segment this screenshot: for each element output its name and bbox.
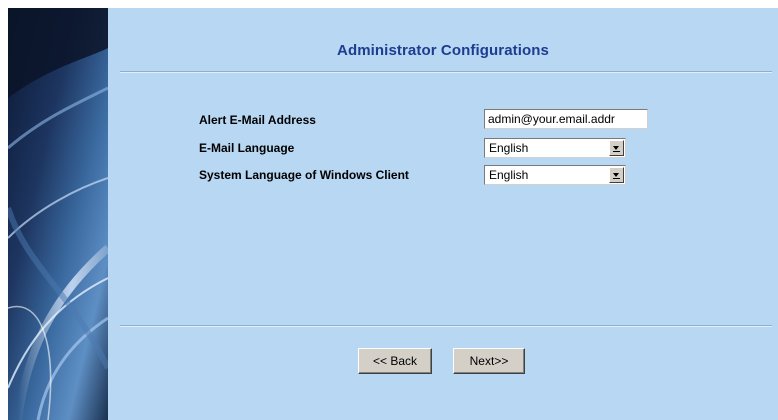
back-button[interactable]: << Back (358, 348, 432, 374)
main-panel: Administrator Configurations Alert E-Mai… (108, 8, 778, 420)
chevron-down-icon[interactable] (609, 167, 624, 183)
email-language-label: E-Mail Language (199, 141, 295, 155)
alert-email-input[interactable] (484, 109, 648, 129)
setup-window: Administrator Configurations Alert E-Mai… (8, 8, 778, 420)
next-button[interactable]: Next>> (453, 348, 525, 374)
top-divider (120, 71, 772, 73)
email-language-select[interactable]: English (484, 138, 626, 158)
decorative-swirl-banner (8, 8, 108, 420)
system-language-value: English (489, 168, 529, 182)
swirl-graphic (8, 8, 108, 420)
system-language-label: System Language of Windows Client (199, 168, 409, 182)
system-language-select[interactable]: English (484, 165, 626, 185)
page-title: Administrator Configurations (337, 42, 549, 59)
alert-email-label: Alert E-Mail Address (199, 113, 316, 127)
email-language-value: English (489, 141, 529, 155)
chevron-down-icon[interactable] (609, 140, 624, 156)
bottom-divider (120, 325, 772, 327)
